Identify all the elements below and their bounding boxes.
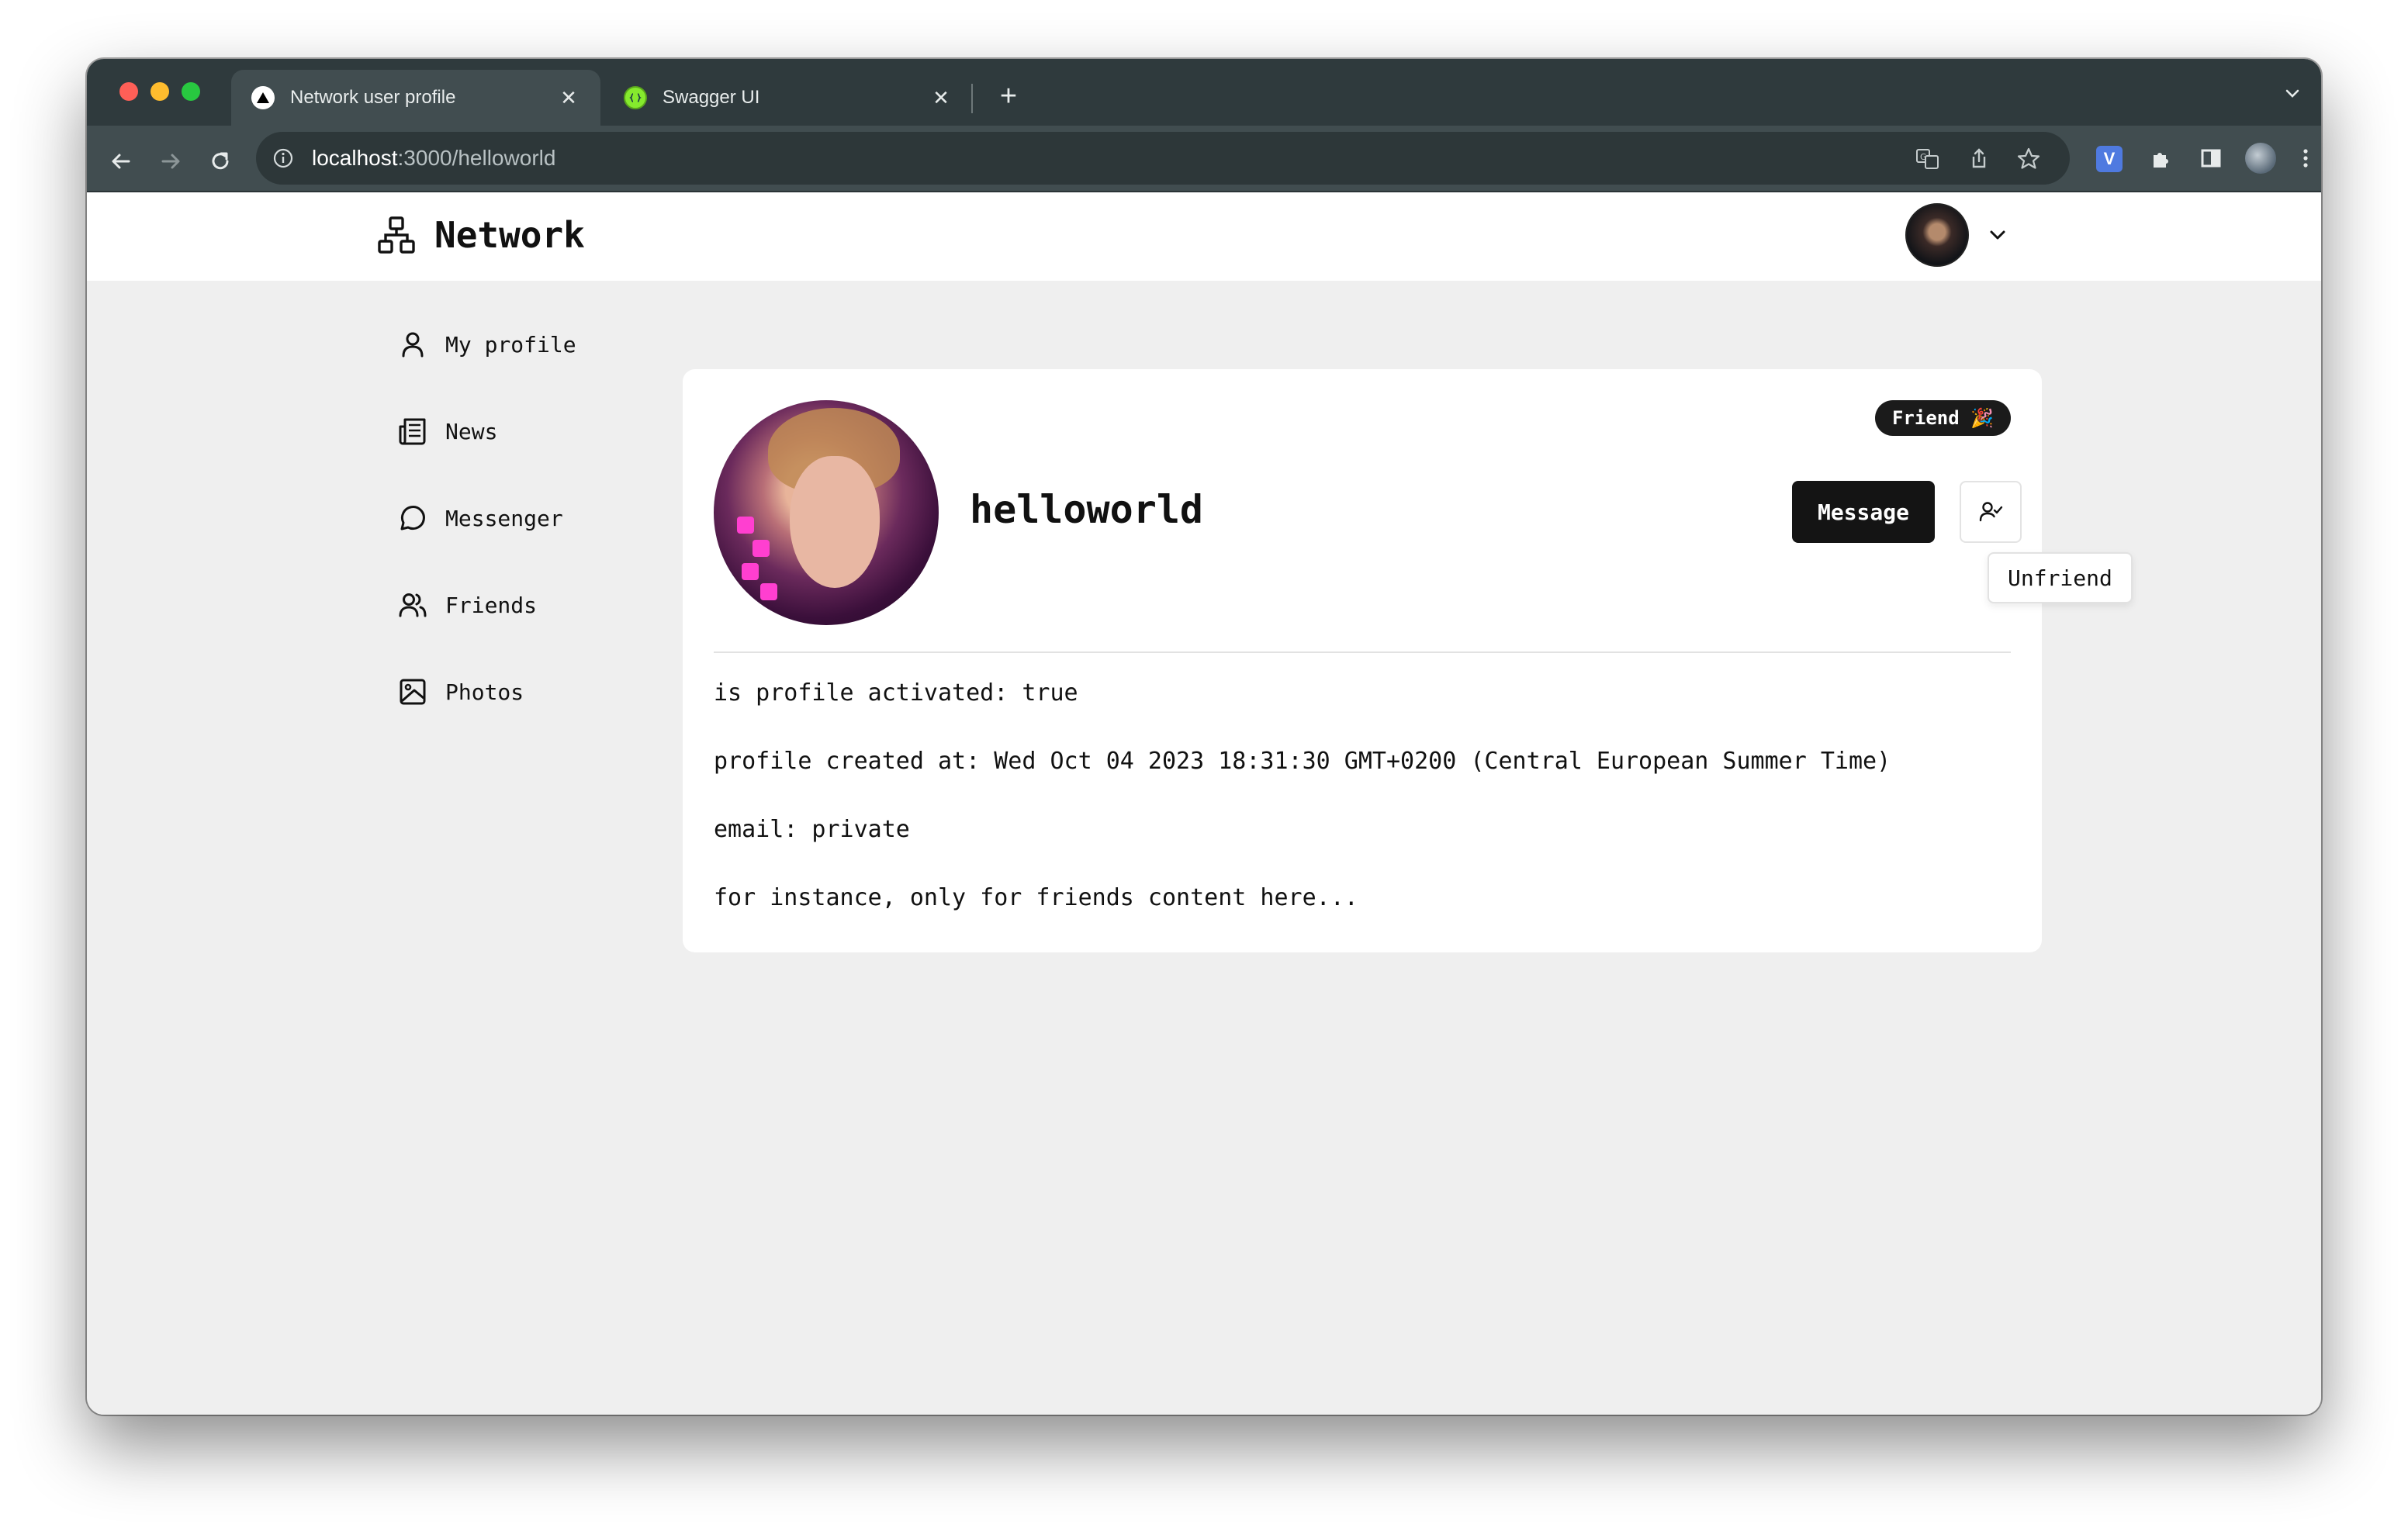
sidebar-item-my-profile[interactable]: My profile xyxy=(377,301,610,388)
address-bar[interactable]: localhost:3000/helloworld G xyxy=(256,132,2070,185)
profile-divider xyxy=(714,651,2011,653)
brand-name: Network xyxy=(434,214,585,256)
title-bar: Network user profile ✕ Swagger UI ✕ + xyxy=(87,59,2321,126)
browser-profile-avatar[interactable] xyxy=(2245,143,2276,174)
users-icon xyxy=(396,588,430,622)
unfriend-button[interactable] xyxy=(1960,481,2022,543)
sidebar-item-photos[interactable]: Photos xyxy=(377,648,610,735)
sidebar-item-messenger[interactable]: Messenger xyxy=(377,475,610,562)
sitemap-icon xyxy=(378,216,415,254)
translate-icon[interactable]: G xyxy=(1915,146,1941,172)
friend-status-badge: Friend 🎉 xyxy=(1874,400,2011,436)
minimize-window-button[interactable] xyxy=(150,82,169,101)
swagger-favicon-icon xyxy=(624,86,647,109)
sidebar-nav: My profile News Messenger Friends Photos xyxy=(377,301,610,735)
profile-username: helloworld xyxy=(970,487,1204,532)
app-header: Network xyxy=(87,192,2321,281)
tab-separator xyxy=(971,84,973,113)
profile-avatar xyxy=(714,400,939,625)
user-avatar[interactable] xyxy=(1905,203,1969,267)
user-icon xyxy=(396,327,430,361)
profile-email-line: email: private xyxy=(714,816,910,843)
reload-button[interactable] xyxy=(205,146,236,177)
brand-link[interactable]: Network xyxy=(377,214,585,256)
maximize-window-button[interactable] xyxy=(182,82,200,101)
profile-created-line: profile created at: Wed Oct 04 2023 18:3… xyxy=(714,748,1891,775)
image-icon xyxy=(396,675,430,709)
close-window-button[interactable] xyxy=(119,82,138,101)
avatar-face xyxy=(790,456,880,588)
profile-details: is profile activated: true profile creat… xyxy=(714,676,1891,949)
profile-card: Friend 🎉 helloworld Message Unfriend is … xyxy=(683,369,2133,952)
newspaper-icon xyxy=(396,414,430,448)
sidebar-item-label: Messenger xyxy=(445,505,563,531)
chat-bubble-icon xyxy=(396,501,430,535)
avatar-speck xyxy=(737,517,754,534)
sidebar-item-label: Photos xyxy=(445,679,524,705)
page-viewport: Network My profile News Messenger Friend… xyxy=(87,192,2321,1415)
arrow-left-icon xyxy=(112,154,130,169)
chevron-down-icon[interactable] xyxy=(1984,222,2011,248)
browser-toolbar: localhost:3000/helloworld G V xyxy=(87,126,2321,192)
side-panel-icon[interactable] xyxy=(2195,143,2226,174)
avatar-speck xyxy=(742,563,759,580)
url-path: :3000/helloworld xyxy=(397,146,556,170)
svg-text:G: G xyxy=(1920,152,1927,162)
avatar-speck xyxy=(760,583,777,600)
tab-swagger-ui[interactable]: Swagger UI ✕ xyxy=(604,70,973,126)
tab-title: Network user profile xyxy=(290,87,456,108)
tab-search-chevron-icon[interactable] xyxy=(2281,82,2304,105)
back-button[interactable] xyxy=(106,146,137,177)
profile-activated-line: is profile activated: true xyxy=(714,679,1078,707)
sidebar-item-news[interactable]: News xyxy=(377,388,610,475)
extensions-puzzle-icon[interactable] xyxy=(2146,143,2177,174)
tab-close-icon[interactable]: ✕ xyxy=(557,86,580,110)
share-icon[interactable] xyxy=(1966,146,1992,172)
tab-title: Swagger UI xyxy=(663,87,760,108)
reload-icon xyxy=(212,152,229,170)
sidebar-item-label: Friends xyxy=(445,592,538,618)
profile-friends-content-line: for instance, only for friends content h… xyxy=(714,884,1358,911)
sidebar-item-label: News xyxy=(445,418,498,444)
url-host: localhost xyxy=(312,146,398,170)
unfriend-tooltip: Unfriend xyxy=(1988,552,2133,603)
sidebar-item-label: My profile xyxy=(445,331,576,358)
avatar-speck xyxy=(752,540,770,557)
user-check-icon xyxy=(1979,502,2003,522)
tab-network-user-profile[interactable]: Network user profile ✕ xyxy=(231,70,600,126)
browser-window: Network user profile ✕ Swagger UI ✕ + lo… xyxy=(87,59,2321,1415)
new-tab-button[interactable]: + xyxy=(993,78,1024,115)
bookmark-star-icon[interactable] xyxy=(2015,146,2042,172)
arrow-right-icon xyxy=(161,154,180,169)
tab-close-icon[interactable]: ✕ xyxy=(929,86,953,110)
more-menu-icon[interactable] xyxy=(2290,143,2321,174)
message-button[interactable]: Message xyxy=(1792,481,1935,543)
forward-button[interactable] xyxy=(155,146,186,177)
extension-v-icon[interactable]: V xyxy=(2096,146,2123,172)
nextjs-favicon-icon xyxy=(251,86,275,109)
site-info-icon[interactable] xyxy=(272,147,295,170)
sidebar-item-friends[interactable]: Friends xyxy=(377,562,610,648)
